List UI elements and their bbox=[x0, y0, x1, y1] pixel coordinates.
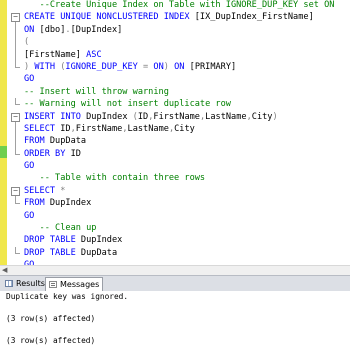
code-token: DupData bbox=[75, 247, 118, 258]
code-token: ID bbox=[137, 111, 149, 122]
code-token: ) bbox=[24, 61, 35, 72]
horizontal-scrollbar[interactable]: ◀ bbox=[0, 265, 350, 275]
code-line: FROM DupData bbox=[0, 135, 350, 148]
code-line: − INSERT INTO DupIndex (ID,FirstName,Last… bbox=[0, 111, 350, 123]
fold-line bbox=[10, 36, 22, 49]
code-line: − CREATE UNIQUE NONCLUSTERED INDEX [IX_Du… bbox=[0, 11, 350, 24]
code-token: = bbox=[137, 61, 154, 72]
code-token: ID bbox=[55, 123, 71, 134]
code-token: IGNORE_DUP_KEY bbox=[65, 61, 138, 72]
fold-end bbox=[10, 98, 22, 110]
code-token: -- Insert will throw warning bbox=[24, 86, 169, 97]
code-line: -- Warning will not insert duplicate row bbox=[0, 98, 350, 110]
message-line: (3 row(s) affected) bbox=[6, 336, 96, 345]
code-token: GO bbox=[24, 210, 35, 221]
code-line: DROP TABLE DupIndex bbox=[0, 234, 350, 246]
code-token: --Create Unique Index on Table with IGNO… bbox=[24, 0, 335, 10]
fold-end bbox=[10, 246, 22, 259]
code-token: SELECT bbox=[24, 185, 56, 196]
code-token: CREATE UNIQUE NONCLUSTERED INDEX bbox=[24, 12, 190, 23]
code-token: WITH bbox=[34, 61, 56, 72]
fold-line bbox=[10, 48, 22, 61]
code-token: DupIndex bbox=[44, 198, 92, 209]
message-line: (3 row(s) affected) bbox=[6, 314, 96, 323]
code-token: DupIndex bbox=[80, 111, 133, 122]
code-line: DROP TABLE DupData bbox=[0, 246, 350, 259]
code-line: GO bbox=[0, 160, 350, 172]
code-token: ON bbox=[24, 24, 35, 35]
code-line: ORDER BY ID bbox=[0, 147, 350, 160]
code-token: City bbox=[251, 111, 273, 122]
fold-end bbox=[10, 197, 22, 209]
code-token: -- Clean up bbox=[24, 223, 97, 234]
code-token: ) bbox=[272, 111, 278, 122]
code-token: ASC bbox=[80, 49, 102, 60]
code-token: ( bbox=[55, 61, 66, 72]
tab-messages-label: Messages bbox=[60, 280, 100, 289]
code-line: --Create Unique Index on Table with IGNO… bbox=[0, 0, 350, 11]
collapse-toggle-icon[interactable]: − bbox=[10, 111, 22, 123]
code-line: -- Table with contain three rows bbox=[0, 172, 350, 184]
fold-end bbox=[10, 60, 22, 73]
fold-line bbox=[10, 135, 22, 148]
grid-icon bbox=[5, 280, 13, 287]
code-token: GO bbox=[24, 161, 35, 172]
code-token: DupIndex bbox=[75, 235, 123, 246]
code-token: ORDER BY bbox=[24, 148, 66, 159]
message-icon bbox=[49, 281, 57, 288]
code-token: -- Table with contain three rows bbox=[24, 173, 206, 184]
code-line: − SELECT * bbox=[0, 185, 350, 198]
code-line: SELECT ID,FirstName,LastName,City bbox=[0, 122, 350, 136]
code-line: -- Insert will throw warning bbox=[0, 86, 350, 98]
code-lines: --Create Unique Index on Table with IGNO… bbox=[0, 0, 350, 265]
code-line: GO bbox=[0, 73, 350, 85]
collapse-toggle-icon[interactable]: − bbox=[10, 11, 22, 24]
code-line: FROM DupIndex bbox=[0, 197, 350, 209]
code-line: ( bbox=[0, 36, 350, 49]
code-line: GO bbox=[0, 210, 350, 222]
tab-results[interactable]: Results bbox=[2, 277, 45, 290]
code-token: * bbox=[55, 185, 66, 196]
code-token: [DupIndex] bbox=[70, 24, 123, 35]
code-token: [FirstName] bbox=[24, 49, 81, 60]
code-token: GO bbox=[24, 74, 35, 85]
code-line: ON [dbo].[DupIndex] bbox=[0, 23, 350, 37]
code-token: FirstName bbox=[75, 123, 123, 134]
code-token: ( bbox=[24, 37, 30, 48]
fold-line bbox=[10, 23, 22, 37]
code-token: LastName bbox=[205, 111, 247, 122]
code-token: FROM bbox=[24, 136, 45, 147]
code-token: SELECT bbox=[24, 123, 56, 134]
messages-pane: Duplicate key was ignored. (3 row(s) aff… bbox=[0, 291, 350, 350]
code-token: [IX_DupIndex_FirstName] bbox=[189, 12, 314, 23]
code-token: DROP TABLE bbox=[24, 247, 76, 258]
tab-messages[interactable]: Messages bbox=[45, 277, 103, 291]
code-token: City bbox=[174, 123, 195, 134]
tab-results-label: Results bbox=[16, 279, 45, 288]
results-tab-strip: Results Messages bbox=[0, 275, 350, 292]
code-token: FirstName bbox=[153, 111, 200, 122]
collapse-toggle-icon[interactable]: − bbox=[10, 185, 22, 198]
code-line: [FirstName] ASC bbox=[0, 48, 350, 61]
code-token: INSERT INTO bbox=[24, 111, 81, 122]
code-line: -- Clean up bbox=[0, 222, 350, 234]
code-token: FROM bbox=[24, 198, 45, 209]
code-token: [dbo] bbox=[34, 24, 66, 35]
code-token: DupData bbox=[44, 136, 87, 147]
query-editor[interactable]: --Create Unique Index on Table with IGNO… bbox=[0, 0, 350, 265]
code-token: ON bbox=[174, 61, 185, 72]
message-line: Duplicate key was ignored. bbox=[6, 292, 129, 301]
code-token: ON bbox=[153, 61, 164, 72]
code-token: ID bbox=[65, 148, 81, 159]
code-token: -- Warning will not insert duplicate row bbox=[24, 99, 231, 110]
code-token: ) bbox=[163, 61, 175, 72]
code-token: DROP TABLE bbox=[24, 235, 76, 246]
code-token: LastName bbox=[127, 123, 169, 134]
scroll-left-arrow-icon[interactable]: ◀ bbox=[2, 266, 7, 275]
fold-line bbox=[10, 122, 22, 136]
code-line: ) WITH (IGNORE_DUP_KEY = ON) ON [PRIMARY… bbox=[0, 60, 350, 73]
code-token: [PRIMARY] bbox=[184, 61, 237, 72]
fold-end bbox=[10, 147, 22, 160]
